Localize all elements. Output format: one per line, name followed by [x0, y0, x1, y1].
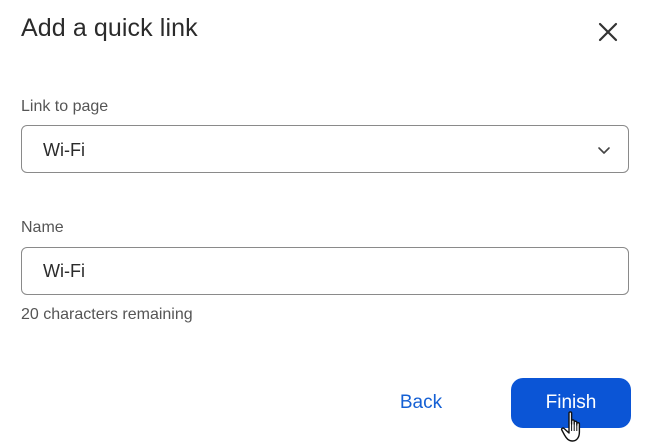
link-to-page-selected-value: Wi-Fi: [43, 140, 85, 160]
close-button[interactable]: [592, 16, 624, 48]
link-to-page-select[interactable]: Wi-Fi: [21, 125, 629, 173]
finish-button[interactable]: Finish: [511, 378, 631, 428]
name-label: Name: [21, 219, 64, 236]
chevron-down-icon: [598, 147, 610, 154]
dialog-title: Add a quick link: [21, 14, 198, 42]
back-button[interactable]: Back: [380, 380, 462, 426]
name-input[interactable]: [21, 247, 629, 295]
close-icon: [598, 22, 618, 42]
add-quick-link-dialog: Add a quick link Link to page Wi-Fi Name…: [0, 0, 655, 445]
characters-remaining-text: 20 characters remaining: [21, 306, 193, 323]
link-to-page-label: Link to page: [21, 98, 109, 115]
